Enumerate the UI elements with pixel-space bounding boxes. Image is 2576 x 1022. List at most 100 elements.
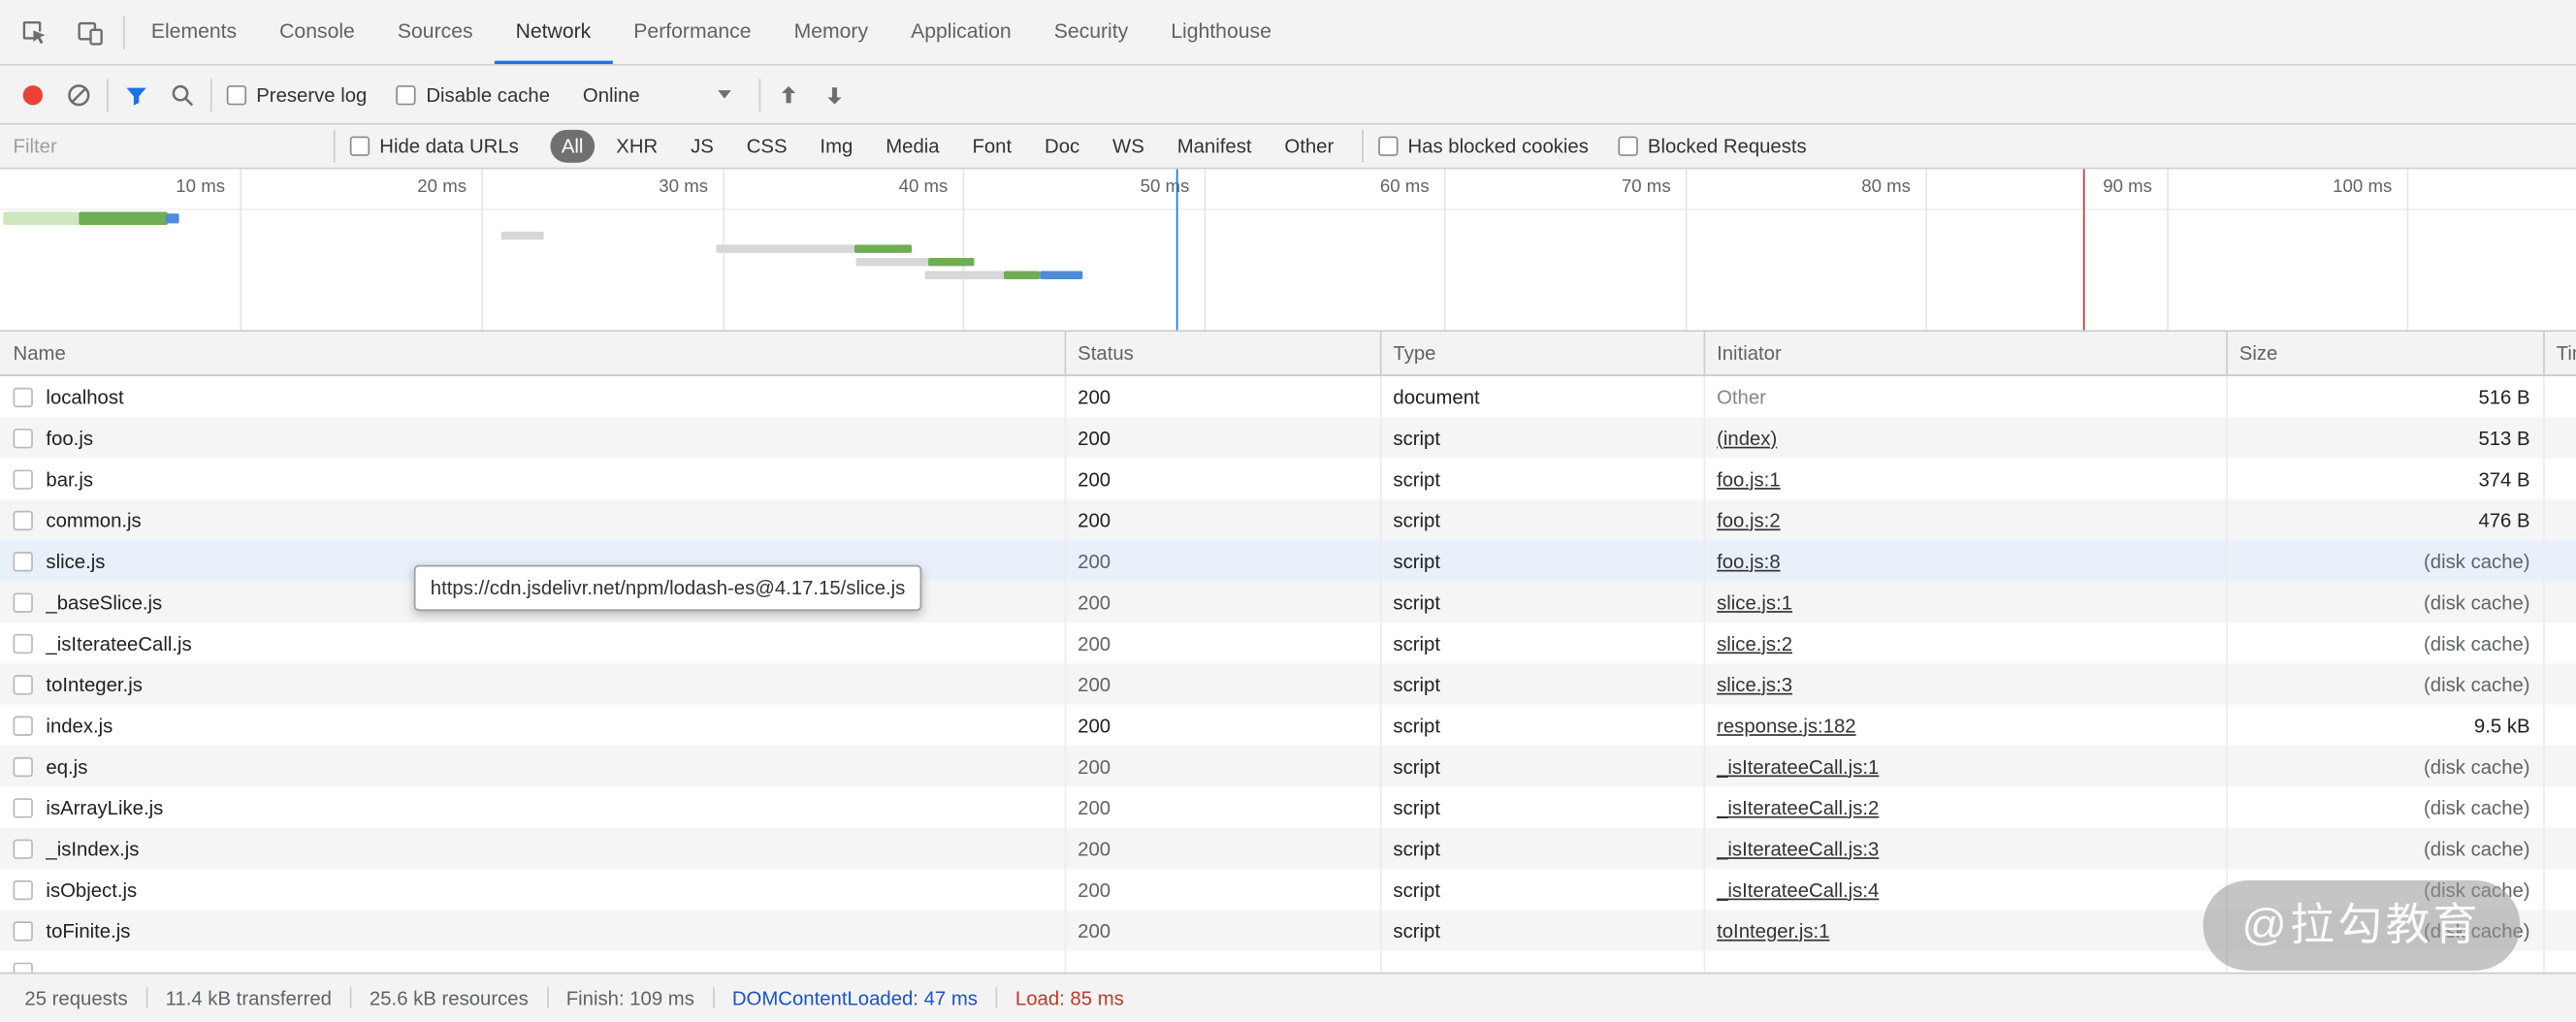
initiator-cell: response.js:182	[1704, 714, 2227, 737]
status-cell: 200	[1065, 796, 1380, 819]
request-name: localhost	[46, 385, 123, 408]
table-row[interactable]: isArrayLike.js200script_isIterateeCall.j…	[0, 786, 2576, 827]
column-divider	[2543, 332, 2545, 374]
filter-pill-ws[interactable]: WS	[1101, 130, 1155, 163]
table-row[interactable]: slice.js200scriptfoo.js:8(disk cache)	[0, 540, 2576, 581]
funnel-icon[interactable]	[113, 73, 159, 115]
filter-pill-manifest[interactable]: Manifest	[1166, 130, 1264, 163]
devtools-tab-bar: ElementsConsoleSourcesNetworkPerformance…	[0, 0, 2576, 66]
request-name: isObject.js	[46, 878, 137, 901]
import-har-icon[interactable]	[765, 73, 811, 115]
name-cell: _isIterateeCall.js	[0, 631, 1065, 655]
initiator-link[interactable]: _isIterateeCall.js:3	[1717, 837, 1879, 860]
search-icon[interactable]	[159, 73, 205, 115]
status-item: 11.4 kB transferred	[147, 986, 350, 1009]
initiator-link[interactable]: slice.js:3	[1717, 673, 1792, 696]
table-row[interactable]: toFinite.js200scripttoInteger.js:1(disk …	[0, 910, 2576, 950]
request-name: _isIterateeCall.js	[46, 631, 191, 655]
column-header-time[interactable]: Time	[2543, 341, 2576, 365]
request-name: _isIndex.js	[46, 837, 139, 860]
clear-button[interactable]	[56, 73, 102, 115]
request-name: common.js	[46, 508, 141, 531]
export-har-icon[interactable]	[811, 73, 856, 115]
disable-cache-checkbox[interactable]: Disable cache	[397, 83, 550, 107]
initiator-link[interactable]: slice.js:1	[1717, 591, 1792, 614]
size-cell: (disk cache)	[2226, 591, 2543, 614]
record-dot-icon	[23, 84, 43, 104]
timeline-tick-label: 10 ms	[176, 177, 240, 197]
filter-pill-img[interactable]: Img	[809, 130, 865, 163]
column-header-initiator[interactable]: Initiator	[1704, 341, 2227, 365]
column-header-type[interactable]: Type	[1380, 341, 1704, 365]
record-button[interactable]	[10, 73, 55, 115]
hide-data-urls-checkbox[interactable]: Hide data URLs	[350, 135, 519, 158]
initiator-link[interactable]: slice.js:2	[1717, 631, 1792, 655]
filter-pill-doc[interactable]: Doc	[1033, 130, 1091, 163]
initiator-link[interactable]: foo.js:1	[1717, 467, 1781, 491]
table-row[interactable]: _isIndex.js200script_isIterateeCall.js:3…	[0, 828, 2576, 869]
status-item: 25 requests	[7, 986, 146, 1009]
initiator-link[interactable]: (index)	[1717, 427, 1777, 450]
timeline-gridline	[1925, 169, 1927, 330]
timeline-gridline	[481, 169, 483, 330]
filter-pill-media[interactable]: Media	[874, 130, 950, 163]
size-cell: 476 B	[2226, 508, 2543, 531]
waterfall-bar	[166, 213, 179, 223]
table-row[interactable]: toInteger.js200scriptslice.js:3(disk cac…	[0, 663, 2576, 704]
table-row[interactable]: bar.js200scriptfoo.js:1374 B	[0, 459, 2576, 499]
device-toolbar-icon[interactable]	[62, 0, 118, 64]
timeline-overview[interactable]: 10 ms20 ms30 ms40 ms50 ms60 ms70 ms80 ms…	[0, 169, 2576, 332]
name-cell: eq.js	[0, 754, 1065, 778]
file-icon	[14, 797, 33, 816]
tab-memory[interactable]: Memory	[773, 0, 890, 64]
tab-security[interactable]: Security	[1033, 0, 1150, 64]
table-row[interactable]: common.js200scriptfoo.js:2476 B	[0, 499, 2576, 540]
tab-elements[interactable]: Elements	[130, 0, 258, 64]
blocked-requests-checkbox[interactable]: Blocked Requests	[1618, 135, 1806, 158]
tab-network[interactable]: Network	[495, 0, 613, 64]
filter-pill-js[interactable]: JS	[679, 130, 724, 163]
initiator-cell: toInteger.js:1	[1704, 919, 2227, 942]
initiator-link[interactable]: toInteger.js:1	[1717, 919, 1829, 942]
table-row[interactable]: localhost200documentOther516 B	[0, 376, 2576, 417]
column-header-size[interactable]: Size	[2226, 341, 2543, 365]
initiator-link[interactable]: _isIterateeCall.js:1	[1717, 754, 1879, 778]
status-cell: 200	[1065, 837, 1380, 860]
has-blocked-cookies-checkbox[interactable]: Has blocked cookies	[1378, 135, 1589, 158]
table-row[interactable]: isObject.js200script_isIterateeCall.js:4…	[0, 869, 2576, 910]
throttling-select[interactable]: Online	[583, 83, 730, 107]
size-cell: (disk cache)	[2226, 550, 2543, 573]
filter-pill-other[interactable]: Other	[1273, 130, 1346, 163]
table-row[interactable]: eq.js200script_isIterateeCall.js:1(disk …	[0, 746, 2576, 786]
waterfall-bar	[717, 244, 854, 252]
initiator-link[interactable]: _isIterateeCall.js:4	[1717, 878, 1879, 901]
tab-console[interactable]: Console	[258, 0, 376, 64]
chevron-down-icon	[718, 90, 731, 98]
status-item: Finish: 109 ms	[548, 986, 712, 1009]
tab-lighthouse[interactable]: Lighthouse	[1149, 0, 1293, 64]
column-header-status[interactable]: Status	[1065, 341, 1380, 365]
column-header-name[interactable]: Name	[0, 341, 1065, 365]
filter-pill-all[interactable]: All	[550, 130, 595, 163]
name-cell: bar.js	[0, 467, 1065, 491]
table-row[interactable]: foo.js200script(index)513 B	[0, 417, 2576, 458]
preserve-log-checkbox[interactable]: Preserve log	[227, 83, 368, 107]
table-row[interactable]: index.js200scriptresponse.js:1829.5 kB	[0, 705, 2576, 746]
filter-input[interactable]	[0, 125, 329, 168]
initiator-link[interactable]: _isIterateeCall.js:2	[1717, 796, 1879, 819]
type-cell: document	[1380, 385, 1704, 408]
initiator-link[interactable]: foo.js:8	[1717, 550, 1781, 573]
table-row[interactable]: _isIterateeCall.js200scriptslice.js:2(di…	[0, 623, 2576, 663]
initiator-link[interactable]: foo.js:2	[1717, 508, 1781, 531]
table-row[interactable]: _baseSlice.js200scriptslice.js:1(disk ca…	[0, 582, 2576, 623]
filter-pill-xhr[interactable]: XHR	[604, 130, 669, 163]
inspect-icon[interactable]	[7, 0, 63, 64]
tab-performance[interactable]: Performance	[612, 0, 772, 64]
table-row[interactable]	[0, 951, 2576, 973]
filter-pill-css[interactable]: CSS	[735, 130, 799, 163]
tab-sources[interactable]: Sources	[376, 0, 495, 64]
filter-pill-font[interactable]: Font	[961, 130, 1023, 163]
initiator-link[interactable]: response.js:182	[1717, 714, 1856, 737]
tab-application[interactable]: Application	[889, 0, 1033, 64]
type-cell: script	[1380, 467, 1704, 491]
